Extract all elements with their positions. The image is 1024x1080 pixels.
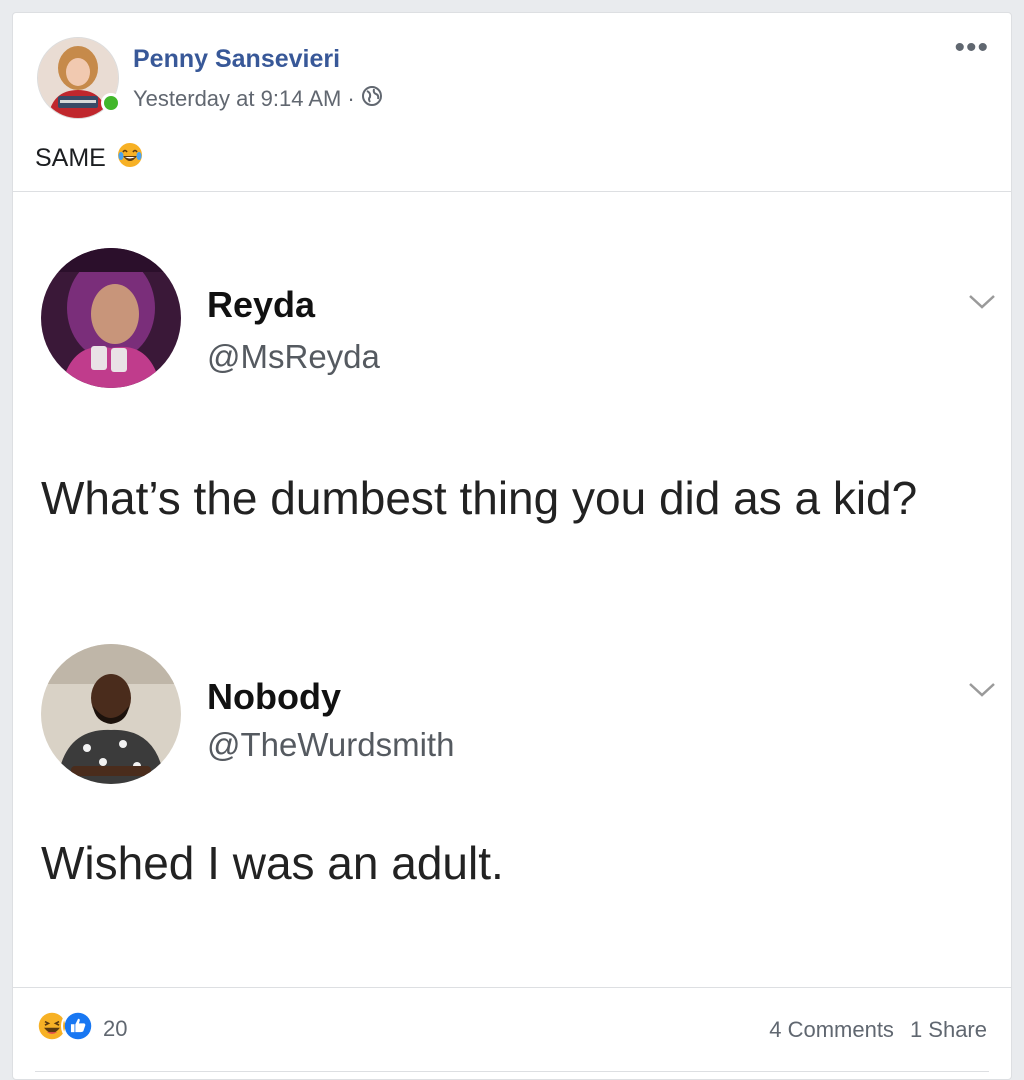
tweet-author-handle: @MsReyda: [207, 338, 380, 375]
tears-of-joy-emoji-icon: [116, 141, 144, 176]
globe-icon: [361, 85, 383, 113]
author-name[interactable]: Penny Sansevieri: [133, 45, 340, 74]
post-text: SAME: [35, 144, 106, 172]
post-meta: Yesterday at 9:14 AM ·: [133, 85, 383, 113]
shares-link[interactable]: 1 Share: [910, 1017, 987, 1043]
tweet-author-name: Nobody: [207, 676, 341, 717]
like-icon: [61, 1009, 95, 1048]
post-timestamp[interactable]: Yesterday at 9:14 AM: [133, 86, 341, 112]
tweet-text: Wished I was an adult.: [41, 837, 504, 889]
shared-tweet-image[interactable]: Reyda @MsReyda What’s the dumbest thing …: [13, 192, 1011, 987]
meta-separator: ·: [347, 86, 355, 111]
reactions-summary[interactable]: 20: [35, 1009, 127, 1048]
reaction-count: 20: [103, 1015, 128, 1041]
chevron-down-icon: [969, 683, 995, 697]
post-card: Penny Sansevieri Yesterday at 9:14 AM · …: [12, 12, 1012, 1080]
post-message: SAME: [35, 141, 144, 176]
comments-link[interactable]: 4 Comments: [769, 1017, 894, 1043]
divider: [13, 987, 1011, 988]
engagement-links: 4 Comments 1 Share: [769, 1017, 987, 1043]
tweet-author-name: Reyda: [207, 284, 316, 325]
chevron-down-icon: [969, 295, 995, 309]
tweet-text: What’s the dumbest thing you did as a ki…: [41, 472, 918, 524]
online-status-dot: [101, 93, 121, 113]
tweet-avatar-nobody: [41, 644, 181, 784]
more-options-button[interactable]: •••: [954, 33, 989, 63]
tweet-author-handle: @TheWurdsmith: [207, 726, 455, 763]
tweet-avatar-reyda: [41, 248, 181, 388]
divider: [35, 1071, 989, 1072]
